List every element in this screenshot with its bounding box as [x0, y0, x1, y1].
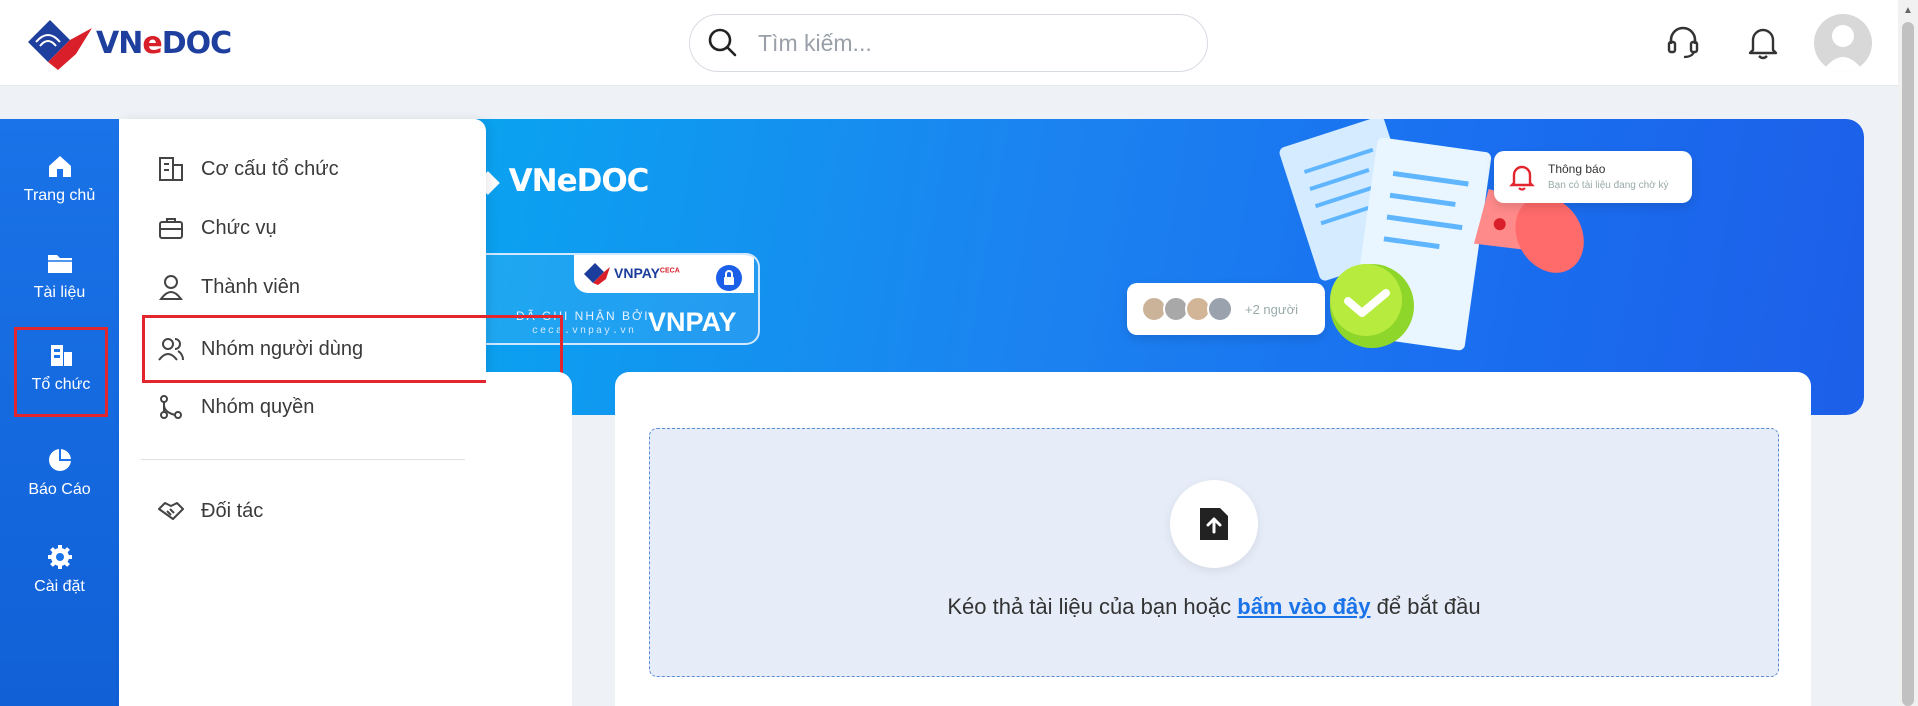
nav-label: Báo Cáo	[28, 481, 91, 498]
left-nav: Trang chủ Tài liệu Tổ chức Báo Cáo Cài đ…	[0, 119, 119, 706]
people-more-count: +2 người	[1245, 302, 1299, 317]
bell-icon[interactable]	[1746, 24, 1780, 60]
lock-icon	[716, 265, 742, 291]
upload-file-icon	[1200, 508, 1228, 540]
building-icon	[51, 345, 72, 366]
handshake-icon	[158, 502, 184, 520]
submenu-item-members[interactable]: Thành viên	[157, 267, 457, 307]
content-card-left	[486, 372, 572, 706]
avatar-placeholder-icon	[1822, 25, 1864, 72]
vnpay-big-label: VNPAY	[648, 307, 737, 337]
app-logo[interactable]: VNeDOC	[20, 14, 232, 72]
nav-item-home[interactable]: Trang chủ	[0, 141, 119, 223]
dropzone-text: Kéo thả tài liệu của bạn hoặc bấm vào đâ…	[947, 594, 1481, 619]
user-avatar[interactable]	[1814, 14, 1872, 72]
logo-text: VNeDOC	[96, 25, 232, 61]
headset-icon[interactable]	[1666, 24, 1700, 60]
branch-icon	[160, 395, 182, 419]
pie-chart-icon	[48, 449, 71, 471]
person-avatar	[1207, 296, 1233, 322]
submenu-item-partners[interactable]: Đối tác	[157, 491, 457, 531]
nav-item-reports[interactable]: Báo Cáo	[0, 435, 119, 517]
submenu-label: Nhóm quyền	[201, 395, 315, 418]
banner-logo: ◆ VNeDOC	[476, 163, 649, 199]
notif-title: Thông báo	[1548, 162, 1606, 176]
user-group-icon	[158, 338, 184, 361]
submenu-item-permission-groups[interactable]: Nhóm quyền	[157, 387, 457, 427]
submenu-label: Cơ cấu tổ chức	[201, 157, 339, 180]
nav-label: Cài đặt	[34, 578, 85, 595]
home-icon	[48, 156, 71, 177]
banner-notification-card: Thông báo Bạn có tài liệu đang chờ ký	[1494, 151, 1692, 203]
banner-people-card: +2 người	[1127, 283, 1325, 335]
top-header: VNeDOC	[0, 0, 1898, 86]
vnpay-logo-text: VNPAYCECA	[614, 265, 680, 281]
gear-icon	[47, 545, 72, 569]
nav-item-documents[interactable]: Tài liệu	[0, 238, 119, 320]
vnpay-logo-icon	[584, 263, 610, 285]
upload-button[interactable]	[1170, 480, 1258, 568]
nav-label: Tổ chức	[31, 376, 91, 393]
briefcase-icon	[159, 218, 183, 239]
org-structure-icon	[159, 157, 183, 181]
member-icon	[159, 275, 183, 300]
folder-icon	[47, 255, 72, 273]
bell-alert-icon	[1509, 165, 1535, 191]
dropzone-click-here-link[interactable]: bấm vào đây	[1237, 594, 1370, 619]
notif-subtitle: Bạn có tài liệu đang chờ ký	[1548, 180, 1669, 191]
logo-mark-icon	[28, 20, 92, 70]
search-input[interactable]	[758, 29, 1158, 57]
submenu-divider	[141, 459, 465, 460]
submenu-label: Thành viên	[201, 275, 300, 298]
scroll-thumb[interactable]	[1902, 22, 1914, 706]
search-icon	[708, 28, 737, 57]
submenu-label: Chức vụ	[201, 216, 277, 239]
submenu-label: Đối tác	[201, 499, 264, 522]
search-box[interactable]	[689, 14, 1208, 72]
submenu-item-org-structure[interactable]: Cơ cấu tổ chức	[157, 149, 457, 189]
scroll-up-arrow-icon[interactable]: ▲	[1898, 0, 1918, 20]
submenu-item-positions[interactable]: Chức vụ	[157, 208, 457, 248]
vertical-scrollbar[interactable]: ▲	[1898, 0, 1918, 706]
nav-item-organization[interactable]: Tổ chức	[14, 327, 108, 417]
nav-item-settings[interactable]: Cài đặt	[0, 532, 119, 614]
nav-label: Tài liệu	[33, 284, 86, 301]
nav-label: Trang chủ	[23, 187, 96, 204]
organization-submenu: Cơ cấu tổ chức Chức vụ Thành viên Nhóm n…	[119, 119, 563, 706]
submenu-label: Nhóm người dùng	[201, 337, 364, 360]
